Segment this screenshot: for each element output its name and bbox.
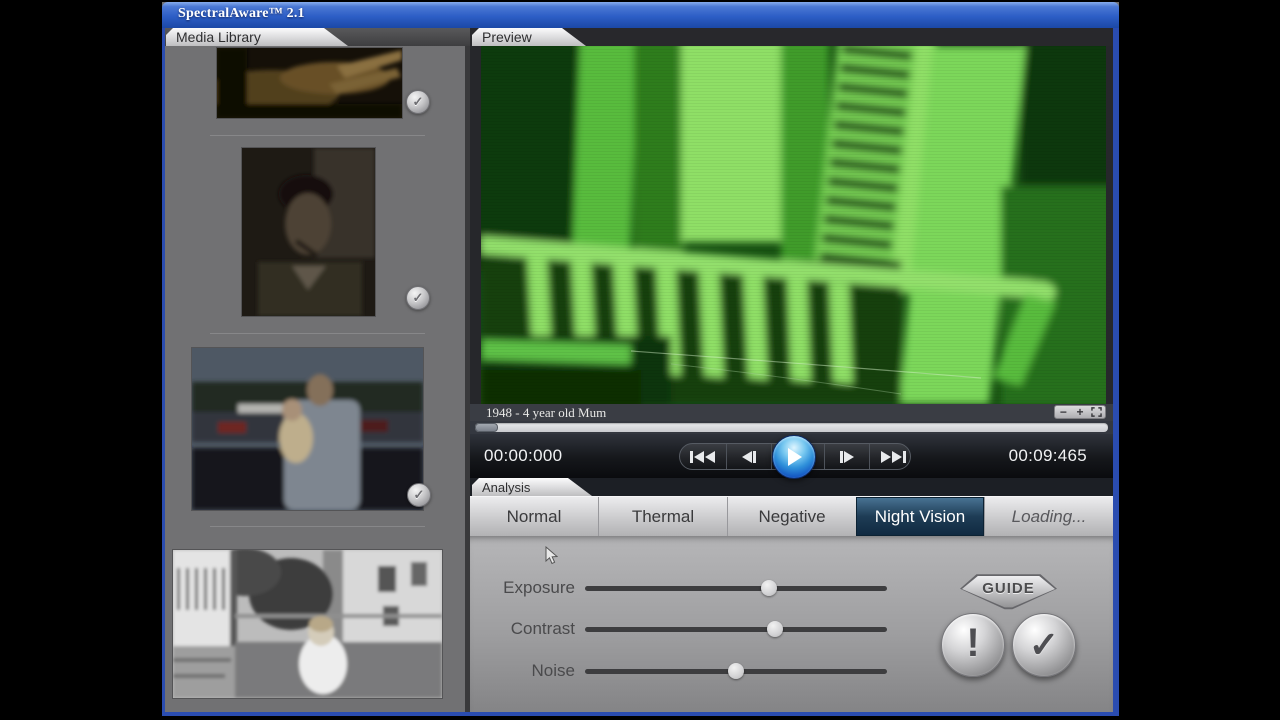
- preview-panel: 1948 - 4 year old Mum − + 00:00:000 00:0…: [470, 46, 1113, 478]
- fullscreen-icon: [1091, 407, 1102, 417]
- letterbox-background: SpectralAware™ 2.1 Media Library ✓: [0, 0, 1280, 720]
- tab-analysis-label: Analysis: [482, 480, 530, 495]
- exposure-slider-thumb[interactable]: [761, 580, 777, 596]
- media-library-panel: ✓ ✓: [165, 46, 470, 712]
- mouse-cursor: [545, 546, 558, 565]
- list-divider: [210, 526, 425, 527]
- zoom-controls: − +: [1054, 405, 1106, 419]
- skip-end-button[interactable]: [869, 444, 916, 469]
- title-bar: SpectralAware™ 2.1: [162, 2, 1119, 28]
- exposure-slider[interactable]: [585, 586, 887, 591]
- total-time: 00:09:465: [1009, 446, 1087, 466]
- check-icon: ✓: [413, 290, 424, 305]
- exposure-label: Exposure: [470, 578, 575, 598]
- check-icon: ✓: [414, 487, 425, 502]
- skip-start-icon: [690, 450, 716, 464]
- caption-bar: 1948 - 4 year old Mum − +: [470, 404, 1113, 421]
- play-icon: [785, 447, 803, 467]
- play-button[interactable]: [772, 435, 816, 479]
- skip-start-button[interactable]: [680, 444, 726, 469]
- guide-button[interactable]: GUIDE: [960, 572, 1057, 610]
- caption-text: 1948 - 4 year old Mum: [486, 405, 606, 421]
- elapsed-time: 00:00:000: [484, 446, 562, 466]
- photo-1-check-badge[interactable]: ✓: [406, 90, 430, 114]
- analysis-controls-panel: Exposure Contrast Noise GUIDE ! ✓: [470, 536, 1113, 712]
- photo-2-image: [242, 148, 375, 316]
- noise-slider-thumb[interactable]: [728, 663, 744, 679]
- window-border-right: [1113, 26, 1119, 716]
- window-title: SpectralAware™ 2.1: [178, 6, 305, 22]
- mode-night-vision[interactable]: Night Vision: [856, 497, 984, 536]
- check-icon: ✓: [413, 94, 424, 109]
- mode-negative[interactable]: Negative: [727, 497, 856, 536]
- window-border-left: [162, 26, 165, 716]
- photo-3-check-badge[interactable]: ✓: [407, 483, 431, 507]
- scrubber-area: [470, 421, 1113, 434]
- library-thumbnail-4[interactable]: [173, 550, 442, 698]
- mode-normal[interactable]: Normal: [470, 497, 598, 536]
- slider-row-exposure: Exposure: [470, 578, 920, 598]
- check-icon: ✓: [1029, 624, 1059, 666]
- photo-4-image: [173, 550, 442, 698]
- library-thumbnail-1[interactable]: [217, 48, 402, 118]
- window-border-bottom: [162, 712, 1119, 716]
- zoom-out-button[interactable]: −: [1055, 406, 1072, 418]
- mode-thermal[interactable]: Thermal: [598, 497, 727, 536]
- frame-forward-icon: [839, 450, 855, 464]
- tab-preview-label: Preview: [482, 29, 532, 45]
- library-thumbnail-3[interactable]: [192, 348, 423, 510]
- noise-label: Noise: [470, 661, 575, 681]
- frame-back-button[interactable]: [726, 444, 771, 469]
- contrast-label: Contrast: [470, 619, 575, 639]
- photo-2-check-badge[interactable]: ✓: [406, 286, 430, 310]
- photo-3-image: [192, 348, 423, 510]
- slider-row-noise: Noise: [470, 661, 920, 681]
- photo-1-image: [217, 48, 402, 118]
- list-divider: [210, 135, 425, 136]
- alert-button[interactable]: !: [941, 613, 1005, 677]
- app-window: SpectralAware™ 2.1 Media Library ✓: [162, 2, 1119, 716]
- transport-bar: 00:00:000 00:09:465: [470, 434, 1113, 478]
- tab-media-library-label: Media Library: [176, 29, 261, 45]
- mode-selector-row: Normal Thermal Negative Night Vision Loa…: [470, 496, 1113, 536]
- library-thumbnail-2[interactable]: [242, 148, 375, 316]
- night-vision-video: [481, 46, 1106, 404]
- contrast-slider[interactable]: [585, 627, 887, 632]
- list-divider: [210, 333, 425, 334]
- guide-label: GUIDE: [960, 580, 1057, 597]
- contrast-slider-thumb[interactable]: [767, 621, 783, 637]
- frame-forward-button[interactable]: [824, 444, 869, 469]
- exclamation-icon: !: [966, 621, 979, 666]
- scanline-overlay: [481, 46, 1106, 404]
- skip-end-icon: [880, 450, 906, 464]
- scrubber-thumb[interactable]: [475, 423, 498, 432]
- confirm-button[interactable]: ✓: [1012, 613, 1076, 677]
- frame-back-icon: [741, 450, 757, 464]
- noise-slider[interactable]: [585, 669, 887, 674]
- mode-loading[interactable]: Loading...: [984, 497, 1113, 536]
- scrubber-track[interactable]: [475, 423, 1108, 432]
- tab-media-library[interactable]: Media Library: [166, 28, 348, 46]
- fullscreen-button[interactable]: [1088, 406, 1105, 418]
- slider-row-contrast: Contrast: [470, 619, 920, 639]
- zoom-in-button[interactable]: +: [1072, 406, 1089, 418]
